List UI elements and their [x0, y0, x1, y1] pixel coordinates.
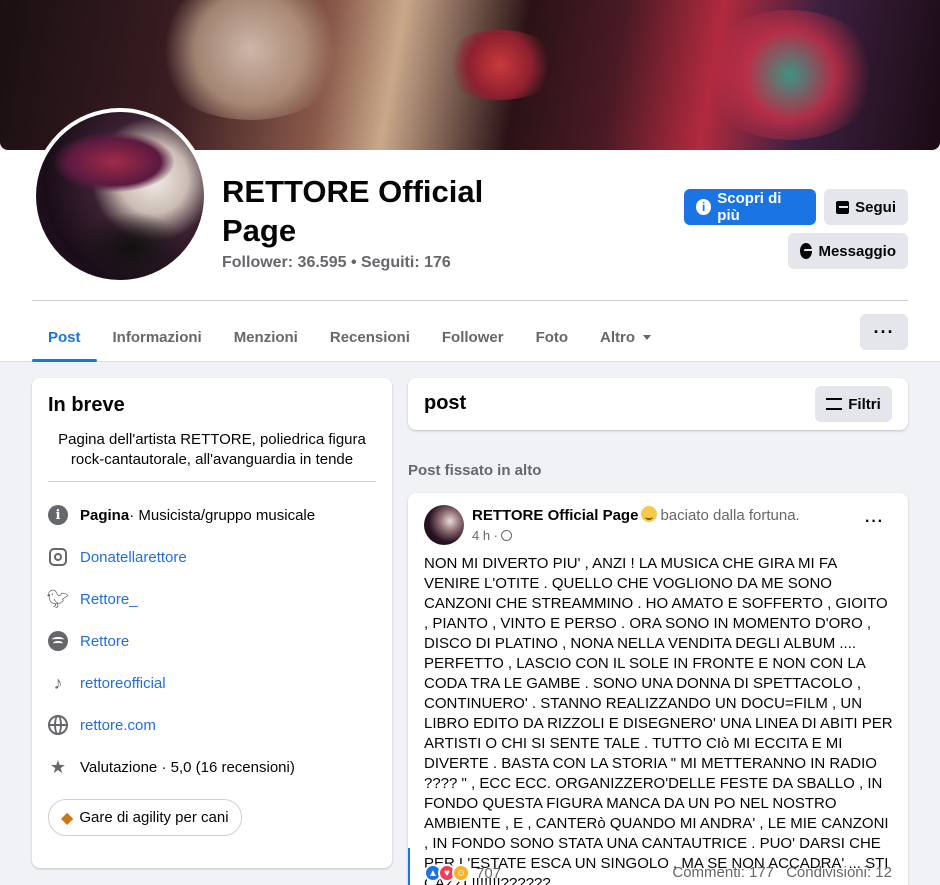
profile-picture-image: [36, 112, 204, 280]
twitter-icon: 🐦︎: [46, 589, 70, 609]
category-row: i Pagina · Musicista/gruppo musicale: [48, 503, 315, 527]
profile-picture[interactable]: [32, 108, 208, 284]
tab-menzioni[interactable]: Menzioni: [218, 312, 314, 362]
learn-more-label: Scopri di più: [717, 190, 782, 224]
spotify-link[interactable]: Rettore: [80, 633, 129, 650]
dog-icon: ◆: [61, 809, 74, 827]
twitter-row[interactable]: 🐦︎ Rettore_: [46, 587, 138, 611]
post-author-avatar[interactable]: [424, 505, 464, 545]
tab-label: Foto: [535, 328, 569, 346]
category-label: Pagina: [80, 506, 130, 524]
intro-title: In breve: [48, 394, 125, 416]
post-author-line: RETTORE Official Page baciato dalla fortu…: [472, 506, 800, 524]
info-icon: i: [696, 199, 712, 215]
tab-informazioni[interactable]: Informazioni: [97, 312, 218, 362]
star-icon: ★: [49, 757, 67, 777]
tiktok-icon: ♪: [53, 673, 63, 693]
follower-stats[interactable]: Follower: 36.595 • Seguiti: 176: [222, 254, 451, 272]
reactions-summary[interactable]: ▲ ♥ ☺ 707: [424, 864, 501, 882]
page-tabs: Post Informazioni Menzioni Recensioni Fo…: [32, 312, 667, 362]
page-title: RETTORE Official Page: [222, 174, 484, 248]
rating-text: Valutazione · 5,0 (16 recensioni): [80, 758, 295, 776]
follow-icon: [836, 200, 850, 214]
pinned-label: Post fissato in alto: [408, 462, 542, 479]
filter-button[interactable]: Filtri: [815, 386, 892, 422]
message-button[interactable]: Messaggio: [788, 233, 908, 269]
post-time[interactable]: 4 h ·: [472, 528, 498, 543]
tab-follower[interactable]: Follower: [426, 312, 520, 362]
public-globe-icon: [501, 530, 513, 541]
interest-chip-label: Gare di agility per cani: [79, 809, 229, 826]
posts-header-card: post Filtri: [408, 378, 908, 430]
tab-post[interactable]: Post: [32, 312, 97, 362]
globe-icon: [48, 715, 68, 735]
tiktok-link[interactable]: rettoreofficial: [80, 675, 166, 692]
ellipsis-icon: ···: [865, 513, 884, 530]
post-meta: 4 h ·: [472, 528, 513, 543]
spotify-icon: [48, 631, 68, 651]
tab-label: Altro: [600, 328, 636, 346]
cover-glove: [700, 10, 880, 140]
filter-icon: [826, 398, 843, 410]
tab-label: Informazioni: [112, 328, 202, 346]
follow-label: Segui: [855, 198, 896, 216]
intro-divider: [48, 481, 376, 482]
interest-chip[interactable]: ◆ Gare di agility per cani: [48, 799, 242, 836]
rating-row[interactable]: ★ Valutazione · 5,0 (16 recensioni): [48, 755, 295, 779]
follow-button[interactable]: Segui: [824, 189, 908, 225]
filter-label: Filtri: [848, 395, 881, 413]
instagram-link[interactable]: Donatellarettore: [80, 549, 187, 566]
caret-down-icon: [643, 334, 652, 340]
tab-label: Follower: [441, 328, 504, 346]
post-stats: Commenti: 177 Condivisioni: 12: [672, 864, 892, 881]
care-reaction-icon: ☺: [452, 864, 470, 882]
share-count[interactable]: Condivisioni: 12: [786, 864, 892, 881]
tab-label: Menzioni: [233, 328, 298, 346]
tab-foto[interactable]: Foto: [520, 312, 584, 362]
ellipsis-icon: ···: [873, 321, 895, 342]
category-value: · Musicista/gruppo musicale: [129, 506, 316, 524]
smiling-face-icon: [641, 506, 658, 522]
messenger-icon: [800, 243, 813, 259]
cover-lips: [440, 30, 560, 100]
website-row[interactable]: rettore.com: [48, 713, 156, 737]
info-icon: i: [48, 505, 68, 525]
tab-recensioni[interactable]: Recensioni: [314, 312, 426, 362]
comment-count[interactable]: Commenti: 177: [672, 864, 774, 881]
tab-altro[interactable]: Altro: [584, 312, 667, 362]
intro-card: In breve Pagina dell'artista RETTORE, po…: [32, 378, 392, 868]
post-options-button[interactable]: ···: [865, 513, 884, 531]
post-accent-bar: [408, 848, 410, 885]
more-options-button[interactable]: ···: [860, 314, 908, 350]
tab-label: Post: [48, 328, 81, 346]
message-label: Messaggio: [818, 242, 896, 260]
instagram-row[interactable]: Donatellarettore: [48, 545, 187, 569]
posts-title: post: [424, 392, 467, 414]
twitter-link[interactable]: Rettore_: [80, 591, 138, 608]
reaction-count: 707: [476, 864, 502, 882]
tab-label: Recensioni: [329, 328, 410, 346]
post-text: NON MI DIVERTO PIU' , ANZI ! LA MUSICA C…: [424, 555, 893, 885]
intro-bio: Pagina dell'artista RETTORE, poliedrica …: [58, 431, 366, 468]
post-author-name[interactable]: RETTORE Official Page: [472, 507, 638, 524]
post-feeling: baciato dalla fortuna.: [660, 507, 800, 524]
tiktok-row[interactable]: ♪ rettoreofficial: [48, 671, 166, 695]
spotify-row[interactable]: Rettore: [48, 629, 129, 653]
instagram-icon: [49, 548, 67, 566]
cover-hair-highlight: [150, 0, 350, 120]
header-divider: [32, 300, 908, 301]
learn-more-button[interactable]: i Scopri di più: [684, 189, 816, 225]
pinned-post: RETTORE Official Page baciato dalla fortu…: [408, 493, 908, 885]
website-link[interactable]: rettore.com: [80, 717, 156, 734]
